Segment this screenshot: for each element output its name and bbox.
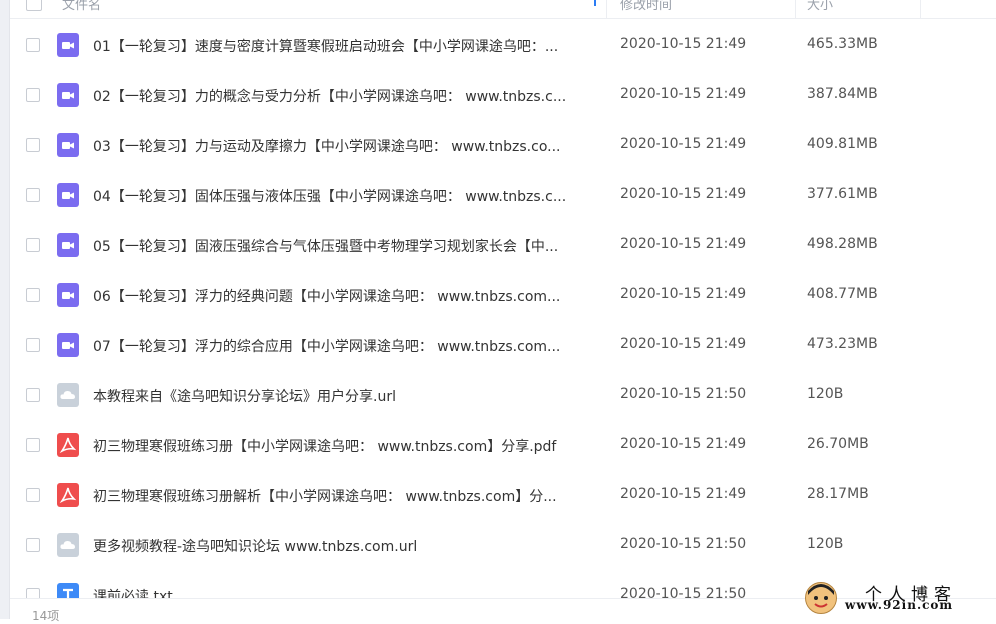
row-checkbox[interactable] bbox=[26, 538, 40, 552]
file-name[interactable]: 06【一轮复习】浮力的经典问题【中小学网课途乌吧： www.tnbzs.com.… bbox=[93, 286, 603, 306]
file-row[interactable]: 更多视频教程-途乌吧知识论坛 www.tnbzs.com.url 2020-10-… bbox=[10, 520, 996, 570]
file-modified-time: 2020-10-15 21:49 bbox=[620, 236, 747, 252]
file-name[interactable]: 更多视频教程-途乌吧知识论坛 www.tnbzs.com.url bbox=[93, 536, 603, 556]
file-size: 26.70MB bbox=[807, 436, 869, 452]
file-modified-time: 2020-10-15 21:49 bbox=[620, 36, 747, 52]
file-name[interactable]: 03【一轮复习】力与运动及摩擦力【中小学网课途乌吧： www.tnbzs.co.… bbox=[93, 136, 603, 156]
row-checkbox[interactable] bbox=[26, 38, 40, 52]
column-header-name[interactable]: 文件名 bbox=[62, 0, 101, 13]
file-size: 465.33MB bbox=[807, 36, 878, 52]
row-checkbox[interactable] bbox=[26, 438, 40, 452]
video-file-icon bbox=[57, 83, 79, 107]
file-name[interactable]: 初三物理寒假班练习册【中小学网课途乌吧： www.tnbzs.com】分享.pd… bbox=[93, 436, 603, 456]
file-list-header: 文件名 修改时间 大小 bbox=[10, 0, 996, 19]
file-modified-time: 2020-10-15 21:50 bbox=[620, 536, 747, 552]
file-modified-time: 2020-10-15 21:49 bbox=[620, 286, 747, 302]
file-name[interactable]: 课前必读.txt bbox=[93, 586, 603, 598]
row-checkbox[interactable] bbox=[26, 588, 40, 598]
file-size: 28.17MB bbox=[807, 486, 869, 502]
file-row[interactable]: 03【一轮复习】力与运动及摩擦力【中小学网课途乌吧： www.tnbzs.co.… bbox=[10, 120, 996, 170]
file-size: 387.84MB bbox=[807, 86, 878, 102]
pdf-file-icon bbox=[57, 483, 79, 507]
file-list: 文件名 修改时间 大小 01【一轮复习】速度与密度计算暨寒假班启动班会【中小学网… bbox=[10, 0, 996, 598]
file-size: 120B bbox=[807, 386, 844, 402]
column-header-size[interactable]: 大小 bbox=[807, 0, 833, 13]
video-file-icon bbox=[57, 333, 79, 357]
file-modified-time: 2020-10-15 21:49 bbox=[620, 86, 747, 102]
text-file-icon bbox=[57, 583, 79, 598]
column-divider[interactable] bbox=[795, 0, 796, 18]
file-row[interactable]: 06【一轮复习】浮力的经典问题【中小学网课途乌吧： www.tnbzs.com.… bbox=[10, 270, 996, 320]
sort-indicator bbox=[594, 0, 596, 6]
file-size: 498.28MB bbox=[807, 236, 878, 252]
row-checkbox[interactable] bbox=[26, 88, 40, 102]
file-modified-time: 2020-10-15 21:49 bbox=[620, 186, 747, 202]
file-row[interactable]: 初三物理寒假班练习册解析【中小学网课途乌吧： www.tnbzs.com】分..… bbox=[10, 470, 996, 520]
row-checkbox[interactable] bbox=[26, 488, 40, 502]
file-name[interactable]: 02【一轮复习】力的概念与受力分析【中小学网课途乌吧： www.tnbzs.c.… bbox=[93, 86, 603, 106]
file-modified-time: 2020-10-15 21:50 bbox=[620, 386, 747, 402]
file-row[interactable]: 初三物理寒假班练习册【中小学网课途乌吧： www.tnbzs.com】分享.pd… bbox=[10, 420, 996, 470]
video-file-icon bbox=[57, 233, 79, 257]
file-row[interactable]: 04【一轮复习】固体压强与液体压强【中小学网课途乌吧： www.tnbzs.c.… bbox=[10, 170, 996, 220]
select-all-checkbox[interactable] bbox=[26, 0, 42, 11]
row-checkbox[interactable] bbox=[26, 138, 40, 152]
row-checkbox[interactable] bbox=[26, 188, 40, 202]
file-row[interactable]: 02【一轮复习】力的概念与受力分析【中小学网课途乌吧： www.tnbzs.c.… bbox=[10, 70, 996, 120]
file-name[interactable]: 07【一轮复习】浮力的综合应用【中小学网课途乌吧： www.tnbzs.com.… bbox=[93, 336, 603, 356]
file-row[interactable]: 07【一轮复习】浮力的综合应用【中小学网课途乌吧： www.tnbzs.com.… bbox=[10, 320, 996, 370]
file-name[interactable]: 01【一轮复习】速度与密度计算暨寒假班启动班会【中小学网课途乌吧：... bbox=[93, 36, 603, 56]
file-size: 408.77MB bbox=[807, 286, 878, 302]
cloud-file-icon bbox=[57, 533, 79, 557]
item-count: 14项 bbox=[32, 609, 60, 623]
video-file-icon bbox=[57, 33, 79, 57]
video-file-icon bbox=[57, 133, 79, 157]
file-name[interactable]: 初三物理寒假班练习册解析【中小学网课途乌吧： www.tnbzs.com】分..… bbox=[93, 486, 603, 506]
file-name[interactable]: 04【一轮复习】固体压强与液体压强【中小学网课途乌吧： www.tnbzs.c.… bbox=[93, 186, 603, 206]
file-modified-time: 2020-10-15 21:50 bbox=[620, 586, 747, 598]
column-divider[interactable] bbox=[606, 0, 607, 18]
file-size: 473.23MB bbox=[807, 336, 878, 352]
column-divider[interactable] bbox=[920, 0, 921, 18]
file-modified-time: 2020-10-15 21:49 bbox=[620, 436, 747, 452]
file-size: 377.61MB bbox=[807, 186, 878, 202]
left-panel-edge bbox=[0, 0, 10, 619]
video-file-icon bbox=[57, 283, 79, 307]
file-modified-time: 2020-10-15 21:49 bbox=[620, 336, 747, 352]
blog-watermark: 个人博客 www.92in.com bbox=[803, 578, 993, 618]
file-modified-time: 2020-10-15 21:49 bbox=[620, 136, 747, 152]
file-name[interactable]: 05【一轮复习】固液压强综合与气体压强暨中考物理学习规划家长会【中... bbox=[93, 236, 603, 256]
avatar-cartoon-icon bbox=[805, 582, 837, 614]
row-checkbox[interactable] bbox=[26, 338, 40, 352]
video-file-icon bbox=[57, 183, 79, 207]
file-row[interactable]: 本教程来自《途乌吧知识分享论坛》用户分享.url 2020-10-15 21:50… bbox=[10, 370, 996, 420]
file-row[interactable]: 01【一轮复习】速度与密度计算暨寒假班启动班会【中小学网课途乌吧：... 2020… bbox=[10, 20, 996, 70]
file-name[interactable]: 本教程来自《途乌吧知识分享论坛》用户分享.url bbox=[93, 386, 603, 406]
row-checkbox[interactable] bbox=[26, 238, 40, 252]
file-size: 120B bbox=[807, 536, 844, 552]
file-modified-time: 2020-10-15 21:49 bbox=[620, 486, 747, 502]
column-header-modified[interactable]: 修改时间 bbox=[620, 0, 672, 13]
cloud-file-icon bbox=[57, 383, 79, 407]
file-size: 409.81MB bbox=[807, 136, 878, 152]
row-checkbox[interactable] bbox=[26, 288, 40, 302]
watermark-url: www.92in.com bbox=[845, 598, 954, 612]
row-checkbox[interactable] bbox=[26, 388, 40, 402]
pdf-file-icon bbox=[57, 433, 79, 457]
file-row[interactable]: 05【一轮复习】固液压强综合与气体压强暨中考物理学习规划家长会【中... 2020… bbox=[10, 220, 996, 270]
